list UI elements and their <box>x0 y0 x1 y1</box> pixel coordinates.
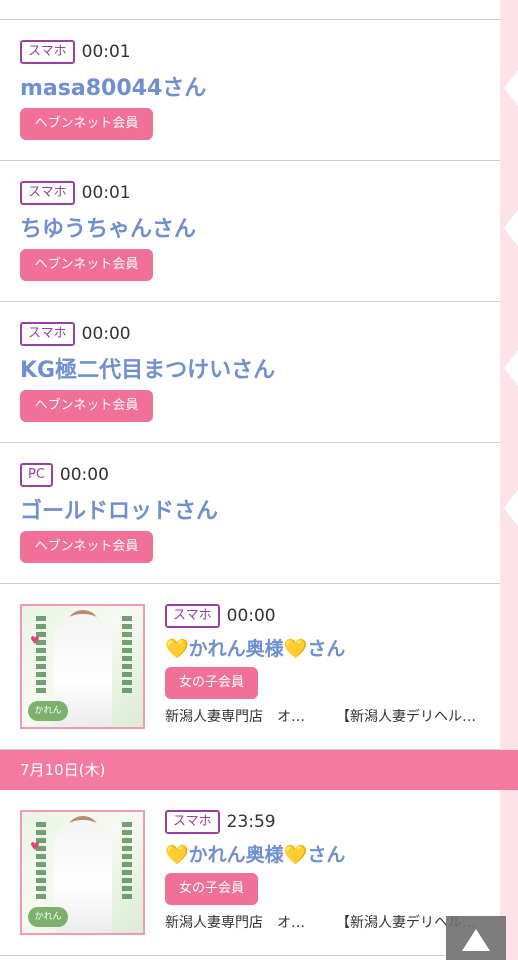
list-item[interactable]: スマホ 00:01 ちゆうちゃんさん ヘブンネット会員 <box>0 161 500 302</box>
entry-meta: スマホ 23:59 <box>165 810 276 834</box>
access-log-list: スマホ 00:01 masa80044さん ヘブンネット会員 スマホ 00:01… <box>0 0 518 960</box>
yellow-heart-icon: 💛 <box>165 638 189 660</box>
thumb-brand: かれん <box>28 701 68 721</box>
entry-meta: スマホ 00:00 <box>20 322 131 346</box>
user-name-link[interactable]: ちゆうちゃんさん <box>20 211 196 243</box>
device-label: スマホ <box>165 604 220 628</box>
access-time: 00:00 <box>81 324 131 344</box>
access-time: 00:00 <box>226 606 276 626</box>
entry-meta: スマホ 00:01 <box>20 40 131 64</box>
shop-info: 新潟人妻専門店 オ… 【新潟人妻デリヘル… <box>165 706 500 726</box>
date-separator: 7月10日(木) <box>0 750 518 790</box>
member-badge: 女の子会員 <box>165 667 258 699</box>
shop-ad[interactable]: 【新潟人妻デリヘル… <box>336 706 496 726</box>
strip-notch <box>504 70 518 106</box>
yellow-heart-icon: 💛 <box>283 638 308 660</box>
user-name: かれん奥様 <box>188 844 284 866</box>
heart-icon: ♥ <box>30 840 40 853</box>
thumb-brand: かれん <box>28 907 68 927</box>
side-decoration <box>500 0 518 960</box>
entry-meta: PC 00:00 <box>20 463 109 487</box>
user-name-link[interactable]: masa80044さん <box>20 70 206 102</box>
profile-thumbnail[interactable]: ♥ かれん <box>20 604 145 729</box>
strip-notch <box>504 210 518 246</box>
entry-meta: スマホ 00:01 <box>20 181 131 205</box>
strip-notch <box>504 350 518 386</box>
profile-thumbnail[interactable]: ♥ かれん <box>20 810 145 935</box>
shop-name[interactable]: 新潟人妻専門店 オ… <box>165 912 336 932</box>
yellow-heart-icon: 💛 <box>283 844 308 866</box>
list-item[interactable]: ♥ かれん スマホ 23:59 💛かれん奥様💛さん 女の子会員 新潟人妻専門店 … <box>0 790 500 956</box>
user-name-link[interactable]: 💛かれん奥様💛さん <box>165 634 345 666</box>
strip-notch <box>504 490 518 526</box>
access-time: 23:59 <box>226 812 276 832</box>
device-label: PC <box>20 463 53 487</box>
name-suffix: さん <box>307 844 346 866</box>
heart-icon: ♥ <box>30 634 40 647</box>
member-badge: ヘブンネット会員 <box>20 108 153 140</box>
name-suffix: さん <box>307 638 346 660</box>
list-item[interactable]: スマホ 00:00 KG極二代目まつけいさん ヘブンネット会員 <box>0 302 500 443</box>
member-badge: ヘブンネット会員 <box>20 531 153 563</box>
user-name-link[interactable]: 💛かれん奥様💛さん <box>165 840 345 872</box>
user-name-link[interactable]: KG極二代目まつけいさん <box>20 352 275 384</box>
device-label: スマホ <box>165 810 220 834</box>
shop-name[interactable]: 新潟人妻専門店 オ… <box>165 706 336 726</box>
member-badge: ヘブンネット会員 <box>20 249 153 281</box>
triangle-up-icon <box>462 929 490 951</box>
member-badge: ヘブンネット会員 <box>20 390 153 422</box>
access-time: 00:01 <box>81 183 131 203</box>
entry-meta: スマホ 00:00 <box>165 604 276 628</box>
device-label: スマホ <box>20 322 75 346</box>
scroll-to-top-button[interactable] <box>446 916 506 960</box>
list-item[interactable]: PC 00:00 ゴールドロッドさん ヘブンネット会員 <box>0 443 500 584</box>
list-item[interactable]: スマホ 00:01 masa80044さん ヘブンネット会員 <box>0 20 500 161</box>
access-time: 00:01 <box>81 42 131 62</box>
yellow-heart-icon: 💛 <box>165 844 189 866</box>
member-badge: 女の子会員 <box>165 873 258 905</box>
user-name-link[interactable]: ゴールドロッドさん <box>20 493 218 525</box>
access-time: 00:00 <box>59 465 109 485</box>
device-label: スマホ <box>20 181 75 205</box>
user-name: かれん奥様 <box>188 638 284 660</box>
device-label: スマホ <box>20 40 75 64</box>
list-item[interactable]: ♥ かれん スマホ 00:00 💛かれん奥様💛さん 女の子会員 新潟人妻専門店 … <box>0 584 500 750</box>
